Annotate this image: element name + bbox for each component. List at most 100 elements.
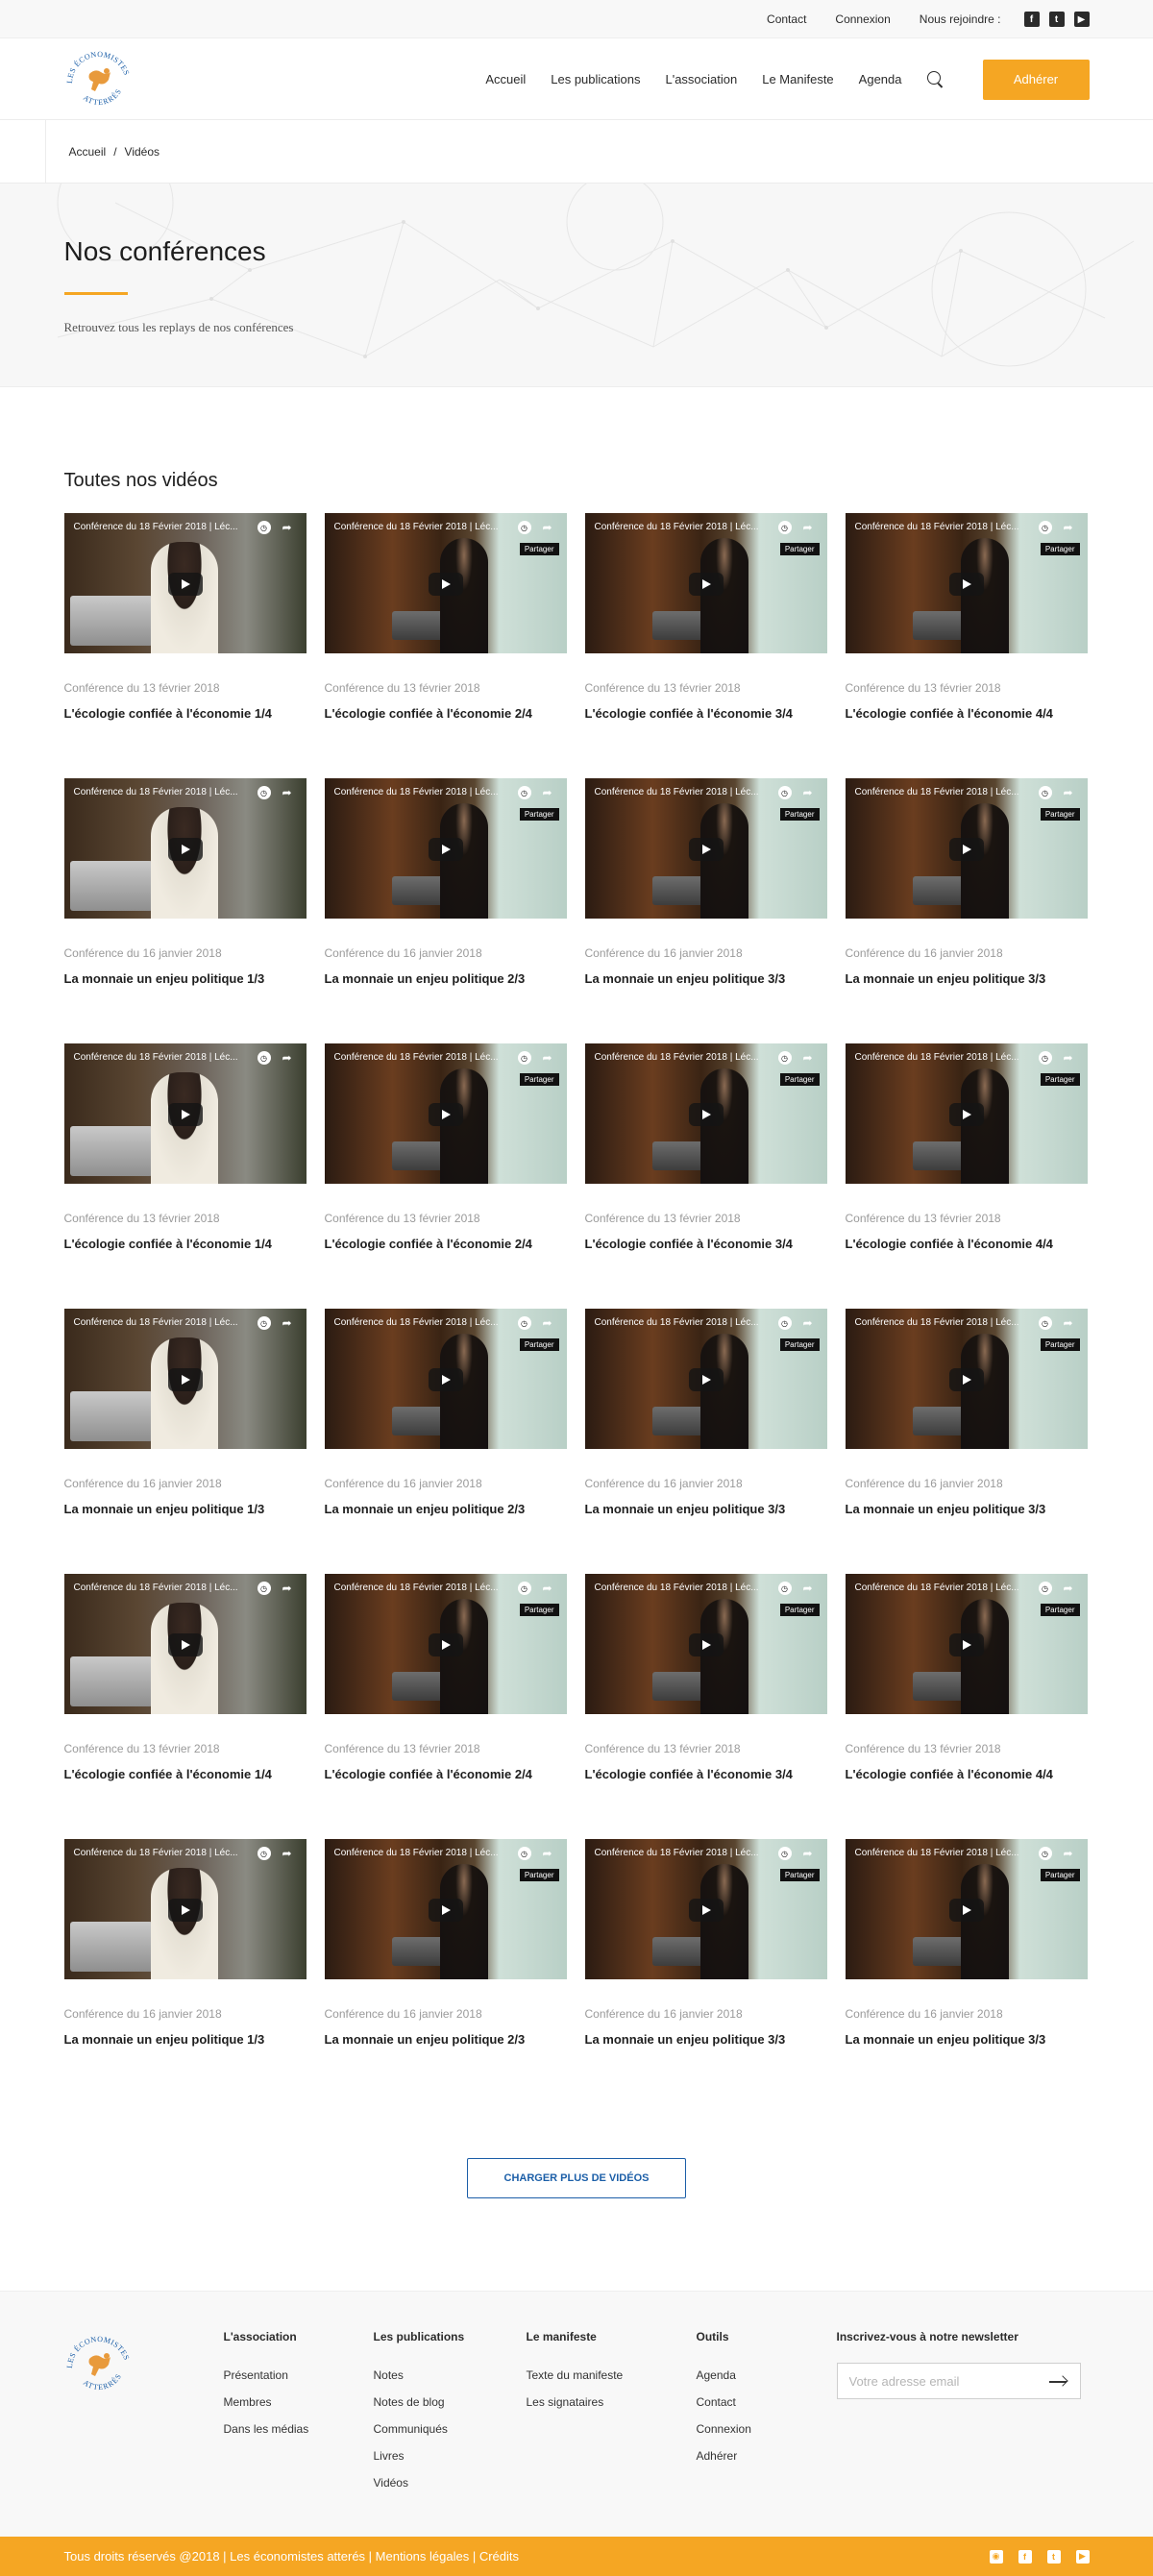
share-label[interactable]: Partager <box>519 543 559 555</box>
footer-link-connexion[interactable]: Connexion <box>697 2422 797 2436</box>
share-icon[interactable]: ➦ <box>801 1316 815 1330</box>
share-icon[interactable]: ➦ <box>1062 1316 1075 1330</box>
video-player-embed[interactable]: Conférence du 18 Février 2018 | Léc... ◷ ➦ <box>63 1574 307 1714</box>
watch-later-icon[interactable]: ◷ <box>517 786 531 799</box>
share-icon[interactable]: ➦ <box>541 786 554 799</box>
footer-link-medias[interactable]: Dans les médias <box>224 2422 333 2436</box>
video-title[interactable]: La monnaie un enjeu politique 3/3 <box>585 2032 827 2047</box>
video-player-embed[interactable]: Conférence du 18 Février 2018 | Léc... ◷ ➦… <box>324 1309 567 1449</box>
footer-link-texte-manifeste[interactable]: Texte du manifeste <box>527 2368 656 2382</box>
watch-later-icon[interactable]: ◷ <box>1038 1847 1052 1860</box>
video-player-embed[interactable]: Conférence du 18 Février 2018 | Léc... ◷ ➦… <box>324 1043 567 1184</box>
share-icon[interactable]: ➦ <box>281 1847 294 1860</box>
contact-link[interactable]: Contact <box>767 12 806 26</box>
video-player-embed[interactable]: Conférence du 18 Février 2018 | Léc... ◷ ➦ <box>63 1309 307 1449</box>
load-more-button[interactable]: CHARGER PLUS DE VIDÉOS <box>467 2158 686 2198</box>
video-player-embed[interactable]: Conférence du 18 Février 2018 | Léc... ◷ ➦… <box>324 1839 567 1979</box>
youtube-icon[interactable]: ▶ <box>1073 12 1090 27</box>
video-player-title[interactable]: Conférence du 18 Février 2018 | Léc... <box>334 522 499 532</box>
video-card[interactable]: Conférence du 18 Février 2018 | Léc... ◷ ➦… <box>584 513 827 778</box>
watch-later-icon[interactable]: ◷ <box>257 1582 271 1595</box>
twitter-icon[interactable]: t <box>1048 12 1065 27</box>
video-title[interactable]: L'écologie confiée à l'économie 3/4 <box>585 1767 827 1781</box>
watch-later-icon[interactable]: ◷ <box>257 1847 271 1860</box>
video-player-embed[interactable]: Conférence du 18 Février 2018 | Léc... ◷ ➦ <box>63 778 307 919</box>
video-title[interactable]: La monnaie un enjeu politique 3/3 <box>846 971 1088 986</box>
video-title[interactable]: L'écologie confiée à l'économie 4/4 <box>846 1767 1088 1781</box>
adherer-button[interactable]: Adhérer <box>982 59 1090 100</box>
play-icon[interactable] <box>428 1899 463 1922</box>
video-card[interactable]: Conférence du 18 Février 2018 | Léc... ◷ ➦… <box>63 513 307 778</box>
youtube-icon[interactable]: ▶ <box>1075 2549 1090 2564</box>
video-player-embed[interactable]: Conférence du 18 Février 2018 | Léc... ◷ ➦… <box>324 1574 567 1714</box>
video-player-title[interactable]: Conférence du 18 Février 2018 | Léc... <box>74 1848 238 1858</box>
watch-later-icon[interactable]: ◷ <box>777 521 792 534</box>
share-label[interactable]: Partager <box>779 1073 820 1086</box>
share-icon[interactable]: ➦ <box>281 1051 294 1065</box>
share-label[interactable]: Partager <box>779 1869 820 1881</box>
video-card[interactable]: Conférence du 18 Février 2018 | Léc... ◷ ➦… <box>63 1309 307 1574</box>
video-player-embed[interactable]: Conférence du 18 Février 2018 | Léc... ◷ ➦… <box>845 1574 1088 1714</box>
footer-link-notes[interactable]: Notes <box>374 2368 486 2382</box>
video-player-title[interactable]: Conférence du 18 Février 2018 | Léc... <box>855 1848 1019 1858</box>
watch-later-icon[interactable]: ◷ <box>777 1051 792 1065</box>
watch-later-icon[interactable]: ◷ <box>257 521 271 534</box>
video-card[interactable]: Conférence du 18 Février 2018 | Léc... ◷ ➦… <box>324 1839 567 2104</box>
video-card[interactable]: Conférence du 18 Février 2018 | Léc... ◷ ➦… <box>324 513 567 778</box>
video-card[interactable]: Conférence du 18 Février 2018 | Léc... ◷ ➦… <box>845 1574 1088 1839</box>
watch-later-icon[interactable]: ◷ <box>777 1582 792 1595</box>
footer-logo[interactable]: LES ÉCONOMISTES ATTERRÉS <box>64 2330 134 2399</box>
nav-association[interactable]: L'association <box>665 72 737 86</box>
video-player-embed[interactable]: Conférence du 18 Février 2018 | Léc... ◷ ➦ <box>63 1839 307 1979</box>
video-player-title[interactable]: Conférence du 18 Février 2018 | Léc... <box>855 1317 1019 1328</box>
play-icon[interactable] <box>167 1633 203 1656</box>
video-title[interactable]: L'écologie confiée à l'économie 4/4 <box>846 1237 1088 1251</box>
newsletter-email-input[interactable] <box>837 2364 1030 2398</box>
video-player-title[interactable]: Conférence du 18 Février 2018 | Léc... <box>595 1848 759 1858</box>
rss-icon[interactable]: ◉ <box>989 2549 1003 2564</box>
share-icon[interactable]: ➦ <box>541 1316 554 1330</box>
share-label[interactable]: Partager <box>779 1338 820 1351</box>
video-title[interactable]: La monnaie un enjeu politique 3/3 <box>846 1502 1088 1516</box>
video-title[interactable]: L'écologie confiée à l'économie 2/4 <box>325 706 567 721</box>
play-icon[interactable] <box>688 1368 724 1391</box>
video-card[interactable]: Conférence du 18 Février 2018 | Léc... ◷ ➦… <box>584 1309 827 1574</box>
share-icon[interactable]: ➦ <box>801 521 815 534</box>
share-label[interactable]: Partager <box>779 808 820 821</box>
video-player-title[interactable]: Conférence du 18 Février 2018 | Léc... <box>74 1582 238 1593</box>
video-player-embed[interactable]: Conférence du 18 Février 2018 | Léc... ◷ ➦… <box>845 1043 1088 1184</box>
twitter-icon[interactable]: t <box>1046 2549 1061 2564</box>
video-player-title[interactable]: Conférence du 18 Février 2018 | Léc... <box>334 1582 499 1593</box>
share-icon[interactable]: ➦ <box>281 1316 294 1330</box>
watch-later-icon[interactable]: ◷ <box>1038 1582 1052 1595</box>
video-title[interactable]: La monnaie un enjeu politique 2/3 <box>325 2032 567 2047</box>
video-card[interactable]: Conférence du 18 Février 2018 | Léc... ◷ ➦… <box>63 778 307 1043</box>
video-player-embed[interactable]: Conférence du 18 Février 2018 | Léc... ◷ ➦… <box>584 1839 827 1979</box>
video-title[interactable]: L'écologie confiée à l'économie 4/4 <box>846 706 1088 721</box>
share-icon[interactable]: ➦ <box>541 1051 554 1065</box>
video-player-title[interactable]: Conférence du 18 Février 2018 | Léc... <box>74 1052 238 1063</box>
footer-link-membres[interactable]: Membres <box>224 2395 333 2409</box>
video-card[interactable]: Conférence du 18 Février 2018 | Léc... ◷ ➦… <box>324 1309 567 1574</box>
share-icon[interactable]: ➦ <box>1062 1582 1075 1595</box>
video-player-title[interactable]: Conférence du 18 Février 2018 | Léc... <box>334 1848 499 1858</box>
watch-later-icon[interactable]: ◷ <box>257 786 271 799</box>
video-title[interactable]: La monnaie un enjeu politique 2/3 <box>325 971 567 986</box>
share-label[interactable]: Partager <box>1040 808 1080 821</box>
facebook-icon[interactable]: f <box>1023 12 1040 27</box>
video-card[interactable]: Conférence du 18 Février 2018 | Léc... ◷ ➦… <box>584 1574 827 1839</box>
video-card[interactable]: Conférence du 18 Février 2018 | Léc... ◷ ➦… <box>845 1309 1088 1574</box>
breadcrumb-home[interactable]: Accueil <box>69 145 107 159</box>
share-icon[interactable]: ➦ <box>801 786 815 799</box>
video-title[interactable]: L'écologie confiée à l'économie 1/4 <box>64 1237 307 1251</box>
video-player-title[interactable]: Conférence du 18 Février 2018 | Léc... <box>855 522 1019 532</box>
video-title[interactable]: La monnaie un enjeu politique 3/3 <box>846 2032 1088 2047</box>
share-icon[interactable]: ➦ <box>541 1582 554 1595</box>
play-icon[interactable] <box>948 573 984 596</box>
video-title[interactable]: L'écologie confiée à l'économie 1/4 <box>64 706 307 721</box>
video-player-title[interactable]: Conférence du 18 Février 2018 | Léc... <box>855 787 1019 797</box>
play-icon[interactable] <box>428 1103 463 1126</box>
video-title[interactable]: La monnaie un enjeu politique 3/3 <box>585 1502 827 1516</box>
video-title[interactable]: L'écologie confiée à l'économie 3/4 <box>585 1237 827 1251</box>
share-label[interactable]: Partager <box>1040 543 1080 555</box>
